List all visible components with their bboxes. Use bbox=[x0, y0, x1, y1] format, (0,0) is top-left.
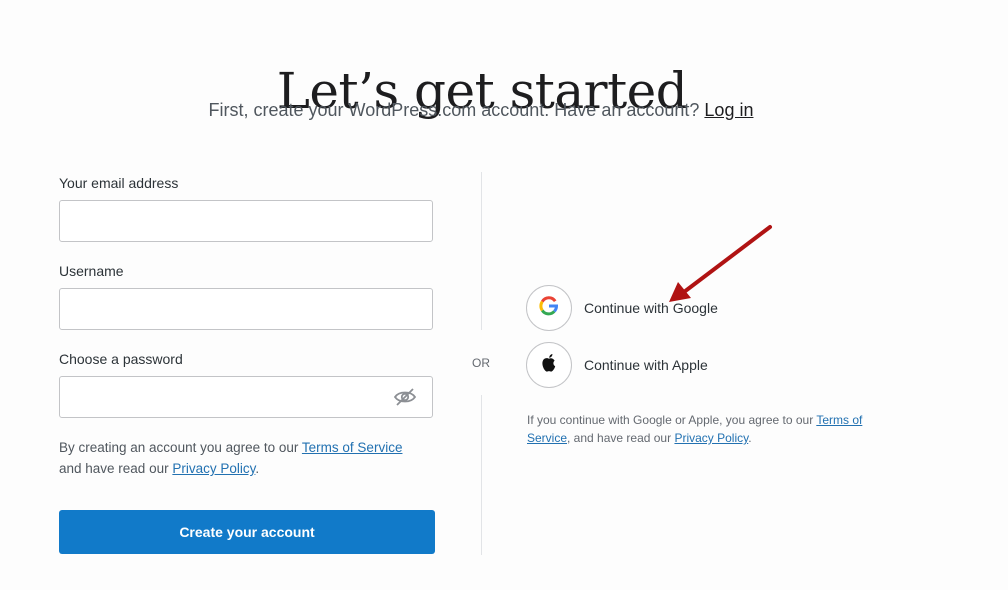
email-field[interactable] bbox=[59, 200, 433, 242]
apple-icon-circle bbox=[526, 342, 572, 388]
apple-button-label: Continue with Apple bbox=[584, 357, 708, 373]
social-legal-end: . bbox=[748, 431, 752, 445]
create-account-button[interactable]: Create your account bbox=[59, 510, 435, 554]
continue-with-apple-button[interactable]: Continue with Apple bbox=[526, 342, 708, 388]
email-label: Your email address bbox=[59, 175, 179, 191]
password-field[interactable] bbox=[59, 376, 433, 418]
divider-line-top bbox=[481, 172, 482, 330]
username-field[interactable] bbox=[59, 288, 433, 330]
google-icon-circle bbox=[526, 285, 572, 331]
continue-with-google-button[interactable]: Continue with Google bbox=[526, 285, 718, 331]
apple-logo-icon bbox=[540, 353, 558, 378]
legal-middle: and have read our bbox=[59, 461, 169, 476]
social-privacy-policy-link[interactable]: Privacy Policy bbox=[674, 431, 748, 445]
login-link[interactable]: Log in bbox=[704, 100, 753, 120]
terms-notice: By creating an account you agree to our … bbox=[59, 437, 439, 479]
social-terms-notice: If you continue with Google or Apple, yo… bbox=[527, 411, 877, 447]
or-separator: OR bbox=[472, 356, 490, 370]
privacy-policy-link[interactable]: Privacy Policy bbox=[172, 461, 255, 476]
legal-prefix: By creating an account you agree to our bbox=[59, 440, 299, 455]
divider-line-bottom bbox=[481, 395, 482, 555]
subtitle-text: First, create your WordPress.com account… bbox=[208, 100, 700, 120]
google-logo-icon bbox=[539, 295, 559, 321]
google-button-label: Continue with Google bbox=[584, 300, 718, 316]
username-label: Username bbox=[59, 263, 124, 279]
legal-end: . bbox=[255, 461, 260, 476]
terms-of-service-link[interactable]: Terms of Service bbox=[302, 440, 403, 455]
password-label: Choose a password bbox=[59, 351, 183, 367]
social-legal-prefix: If you continue with Google or Apple, yo… bbox=[527, 413, 814, 427]
eye-slash-icon[interactable] bbox=[393, 386, 417, 408]
page-subtitle: First, create your WordPress.com account… bbox=[0, 100, 962, 121]
social-legal-middle: , and have read our bbox=[567, 431, 672, 445]
